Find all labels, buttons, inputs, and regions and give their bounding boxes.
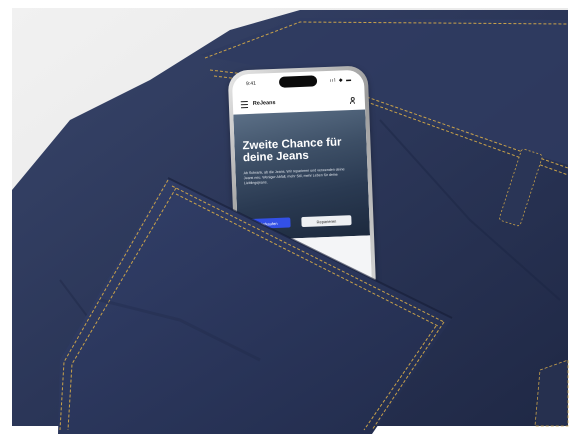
user-icon[interactable] xyxy=(350,96,355,103)
phone-screen: 9:41 ııl ◆ ▬ ReJeans Zweite Chance für d… xyxy=(231,69,373,299)
menu-icon[interactable] xyxy=(240,100,249,108)
repair-button[interactable]: Reparieren xyxy=(301,215,352,228)
hero-title: Zweite Chance für deine Jeans xyxy=(242,136,342,165)
status-icons: ııl ◆ ▬ xyxy=(329,77,353,84)
status-time: 9:41 xyxy=(246,80,256,88)
app-title: ReJeans xyxy=(252,99,276,107)
sell-button[interactable]: Verkaufen xyxy=(246,217,291,230)
photo-scene: 9:41 ııl ◆ ▬ ReJeans Zweite Chance für d… xyxy=(0,0,580,434)
smartphone: 9:41 ııl ◆ ▬ ReJeans Zweite Chance für d… xyxy=(227,65,377,303)
dynamic-island xyxy=(278,75,318,88)
hero-section: Zweite Chance für deine Jeans Ab Schrank… xyxy=(233,109,371,241)
content-area xyxy=(238,235,373,299)
hero-text: Ab Schrank, ab die Jeans. Wir reparieren… xyxy=(243,167,345,186)
